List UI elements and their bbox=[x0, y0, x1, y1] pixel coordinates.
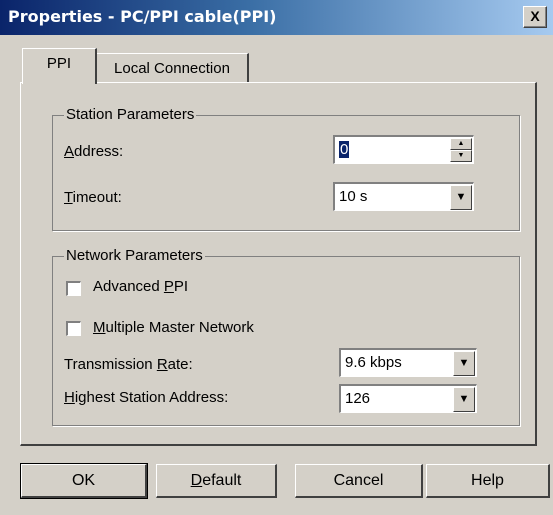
network-parameters-legend: Network Parameters bbox=[64, 247, 205, 264]
tab-local-connection[interactable]: Local Connection bbox=[96, 53, 249, 84]
dropdown-arrow-icon[interactable]: ▼ bbox=[453, 351, 475, 376]
address-spinner[interactable]: ▲ ▼ bbox=[450, 138, 472, 163]
network-parameters-group: Network Parameters Advanced PPI Multiple… bbox=[52, 247, 520, 426]
default-button[interactable]: Default bbox=[156, 464, 277, 498]
multiple-master-network-label[interactable]: Multiple Master Network bbox=[93, 319, 254, 336]
transmission-rate-label: Transmission Rate: bbox=[64, 356, 193, 373]
highest-station-address-label: Highest Station Address: bbox=[64, 389, 229, 406]
title-bar[interactable]: Properties - PC/PPI cable(PPI) X bbox=[0, 0, 553, 35]
address-spinbox[interactable]: 0 ▲ ▼ bbox=[333, 135, 474, 164]
cancel-button-label: Cancel bbox=[333, 472, 384, 489]
spin-up-icon[interactable]: ▲ bbox=[450, 138, 472, 150]
spin-down-icon[interactable]: ▼ bbox=[450, 150, 472, 162]
tab-ppi-label: PPI bbox=[46, 55, 72, 72]
address-label: Address: bbox=[64, 143, 124, 160]
multiple-master-network-checkbox[interactable] bbox=[66, 321, 81, 336]
help-button-label: Help bbox=[471, 472, 504, 489]
cancel-button[interactable]: Cancel bbox=[295, 464, 423, 498]
close-icon: X bbox=[530, 8, 540, 24]
station-parameters-legend: Station Parameters bbox=[64, 106, 197, 123]
tab-local-connection-label: Local Connection bbox=[114, 60, 230, 77]
timeout-label: Timeout: bbox=[64, 189, 122, 206]
tab-panel-ppi: Station Parameters Address: 0 ▲ ▼ Timeou… bbox=[20, 82, 537, 446]
transmission-rate-value: 9.6 kbps bbox=[345, 354, 402, 371]
advanced-ppi-checkbox[interactable] bbox=[66, 281, 81, 296]
timeout-value: 10 s bbox=[339, 188, 368, 205]
tab-ppi[interactable]: PPI bbox=[22, 48, 97, 84]
highest-station-address-select[interactable]: 126 ▼ bbox=[339, 384, 477, 413]
address-value: 0 bbox=[339, 141, 350, 158]
transmission-rate-select[interactable]: 9.6 kbps ▼ bbox=[339, 348, 477, 377]
dropdown-arrow-icon[interactable]: ▼ bbox=[450, 185, 472, 210]
close-button[interactable]: X bbox=[523, 6, 547, 28]
default-button-label: Default bbox=[190, 472, 242, 489]
ok-button[interactable]: OK bbox=[20, 463, 148, 499]
window-title: Properties - PC/PPI cable(PPI) bbox=[8, 7, 277, 26]
properties-dialog: Properties - PC/PPI cable(PPI) X PPI Loc… bbox=[0, 0, 553, 515]
ok-button-label: OK bbox=[71, 472, 96, 489]
timeout-select[interactable]: 10 s ▼ bbox=[333, 182, 474, 211]
dropdown-arrow-icon[interactable]: ▼ bbox=[453, 387, 475, 412]
highest-station-address-value: 126 bbox=[345, 390, 371, 407]
advanced-ppi-label[interactable]: Advanced PPI bbox=[93, 278, 188, 295]
station-parameters-group: Station Parameters Address: 0 ▲ ▼ Timeou… bbox=[52, 106, 520, 231]
help-button[interactable]: Help bbox=[426, 464, 550, 498]
